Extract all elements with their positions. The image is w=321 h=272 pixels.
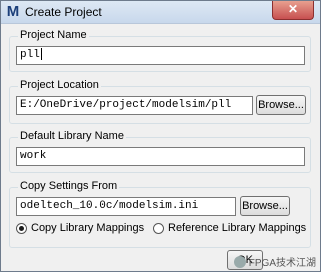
- copy-settings-browse-button[interactable]: Browse...: [240, 196, 290, 216]
- copy-settings-input[interactable]: odeltech_10.0c/modelsim.ini: [16, 197, 236, 216]
- dialog-body: Project Name pll Project Location E:/One…: [1, 24, 320, 271]
- radio-unselected-icon[interactable]: [153, 222, 164, 234]
- reference-library-mappings-radio[interactable]: Reference Library Mappings: [153, 222, 306, 234]
- radio-selected-icon[interactable]: [16, 222, 27, 234]
- close-button[interactable]: ✕: [272, 1, 314, 20]
- project-location-label: Project Location: [18, 79, 101, 91]
- project-name-label: Project Name: [18, 29, 89, 41]
- reference-library-mappings-label: Reference Library Mappings: [168, 222, 307, 234]
- dialog-title: Create Project: [25, 5, 102, 19]
- default-library-group: Default Library Name work: [9, 130, 311, 173]
- default-library-input[interactable]: work: [16, 147, 305, 166]
- project-location-input[interactable]: E:/OneDrive/project/modelsim/pll: [16, 96, 253, 115]
- project-name-input[interactable]: pll: [16, 46, 305, 65]
- watermark-logo-icon: [233, 255, 246, 268]
- title-bar: M Create Project ✕: [1, 1, 320, 24]
- default-library-label: Default Library Name: [18, 130, 126, 142]
- copy-settings-group: Copy Settings From odeltech_10.0c/models…: [9, 180, 311, 248]
- copy-settings-label: Copy Settings From: [18, 180, 120, 192]
- modelsim-logo-icon: M: [6, 3, 20, 20]
- project-location-browse-button[interactable]: Browse...: [256, 95, 306, 115]
- project-location-group: Project Location E:/OneDrive/project/mod…: [9, 79, 311, 124]
- watermark-text: FPGA技术江湖: [248, 258, 316, 269]
- copy-library-mappings-radio[interactable]: Copy Library Mappings: [16, 222, 144, 234]
- project-name-group: Project Name pll: [9, 29, 311, 72]
- copy-library-mappings-label: Copy Library Mappings: [31, 222, 145, 234]
- create-project-dialog: M Create Project ✕ Project Name pll Proj…: [0, 0, 321, 272]
- watermark: FPGA技术江湖: [233, 254, 316, 269]
